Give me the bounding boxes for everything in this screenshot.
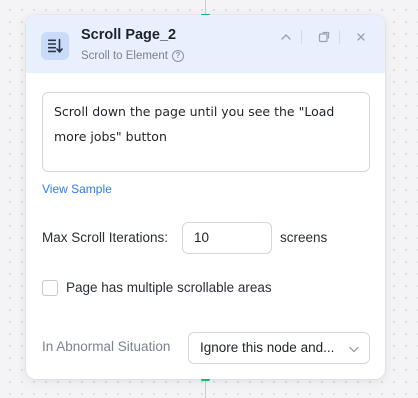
node-type-label: Scroll to Element <box>81 50 168 62</box>
header-divider <box>301 30 302 44</box>
help-icon[interactable]: ? <box>171 50 184 62</box>
view-sample-link[interactable]: View Sample <box>42 182 112 196</box>
chevron-down-icon <box>348 343 360 355</box>
instruction-textarea[interactable]: Scroll down the page until you see the "… <box>42 92 370 172</box>
scroll-page-icon <box>41 32 69 60</box>
popout-icon[interactable] <box>315 28 333 46</box>
max-scroll-unit: screens <box>280 230 328 245</box>
abnormal-situation-label: In Abnormal Situation <box>42 339 171 354</box>
connector-line-top <box>205 0 206 15</box>
multi-scroll-label[interactable]: Page has multiple scrollable areas <box>66 280 272 295</box>
connector-line-bottom <box>205 380 206 398</box>
node-card[interactable]: Scroll Page_2 Scroll to Element ? Scroll… <box>26 15 385 379</box>
header-divider <box>339 30 340 44</box>
close-icon[interactable] <box>352 28 370 46</box>
multi-scroll-checkbox[interactable] <box>42 280 58 296</box>
max-scroll-label: Max Scroll Iterations: <box>42 230 169 245</box>
chevron-up-icon[interactable] <box>277 28 295 46</box>
node-header: Scroll Page_2 Scroll to Element ? <box>26 15 385 73</box>
max-scroll-input[interactable]: 10 <box>182 222 272 254</box>
node-subtitle: Scroll to Element ? <box>81 50 184 62</box>
node-title[interactable]: Scroll Page_2 <box>81 27 176 43</box>
abnormal-situation-value: Ignore this node and... <box>200 340 335 355</box>
abnormal-situation-select[interactable]: Ignore this node and... <box>188 332 370 364</box>
connector-port-bottom[interactable] <box>201 379 210 381</box>
